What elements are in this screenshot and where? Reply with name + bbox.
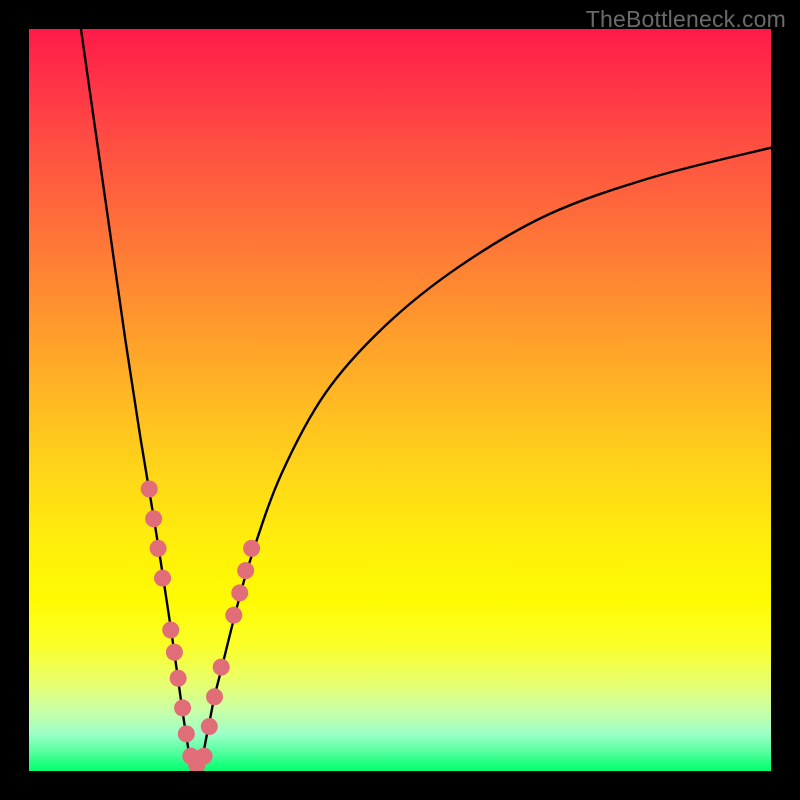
- curve-marker: [196, 748, 213, 765]
- curve-markers: [141, 481, 260, 771]
- curve-marker: [231, 584, 248, 601]
- curve-marker: [154, 570, 171, 587]
- outer-frame: TheBottleneck.com: [0, 0, 800, 800]
- plot-area: [29, 29, 771, 771]
- curve-marker: [141, 481, 158, 498]
- curve-marker: [145, 510, 162, 527]
- curve-marker: [213, 659, 230, 676]
- curve-marker: [166, 644, 183, 661]
- curve-marker: [243, 540, 260, 557]
- watermark-label: TheBottleneck.com: [586, 6, 786, 33]
- curve-marker: [206, 688, 223, 705]
- curve-marker: [174, 699, 191, 716]
- curve-marker: [150, 540, 167, 557]
- bottleneck-curve: [81, 29, 771, 771]
- curve-marker: [237, 562, 254, 579]
- bottleneck-curve-svg: [29, 29, 771, 771]
- curve-marker: [225, 607, 242, 624]
- curve-marker: [178, 725, 195, 742]
- curve-marker: [201, 718, 218, 735]
- curve-marker: [162, 622, 179, 639]
- curve-marker: [170, 670, 187, 687]
